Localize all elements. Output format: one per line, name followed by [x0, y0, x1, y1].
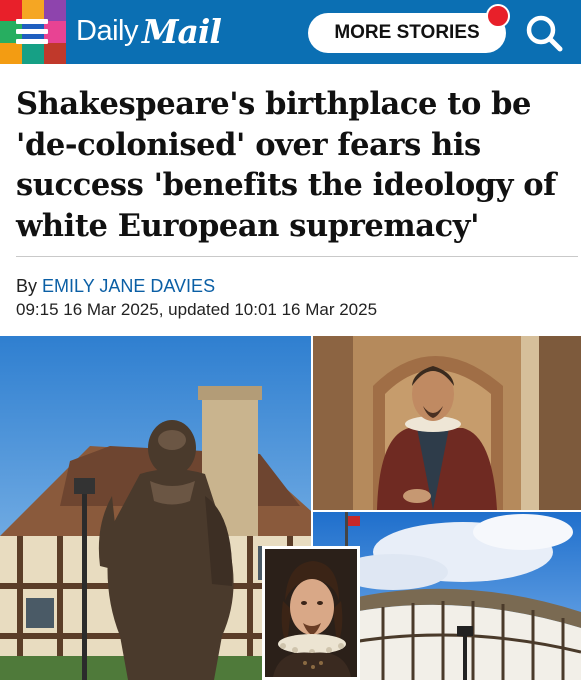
article-headline: Shakespeare's birthplace to be 'de-colon…	[16, 86, 556, 244]
site-header: Daily Mail MORE STORIES	[0, 0, 581, 64]
byline: By EMILY JANE DAVIES	[16, 276, 215, 297]
author-link[interactable]: EMILY JANE DAVIES	[42, 276, 215, 296]
byline-prefix: By	[16, 276, 43, 296]
bust-photo[interactable]	[313, 336, 581, 510]
logo-daily: Daily	[76, 15, 138, 47]
menu-color-tile	[44, 42, 66, 64]
divider	[16, 256, 578, 257]
search-icon	[526, 15, 563, 52]
site-logo[interactable]: Daily Mail	[76, 12, 222, 52]
portrait-painting[interactable]	[262, 546, 360, 680]
more-stories-button[interactable]: MORE STORIES	[308, 13, 506, 53]
menu-color-tile	[0, 42, 22, 64]
menu-color-tile	[22, 42, 44, 64]
search-button[interactable]	[522, 12, 566, 54]
logo-mail: Mail	[141, 12, 222, 51]
hamburger-icon	[16, 19, 48, 45]
notification-dot	[486, 4, 510, 28]
publish-dateline: 09:15 16 Mar 2025, updated 10:01 16 Mar …	[16, 300, 378, 319]
menu-button[interactable]	[0, 0, 66, 64]
